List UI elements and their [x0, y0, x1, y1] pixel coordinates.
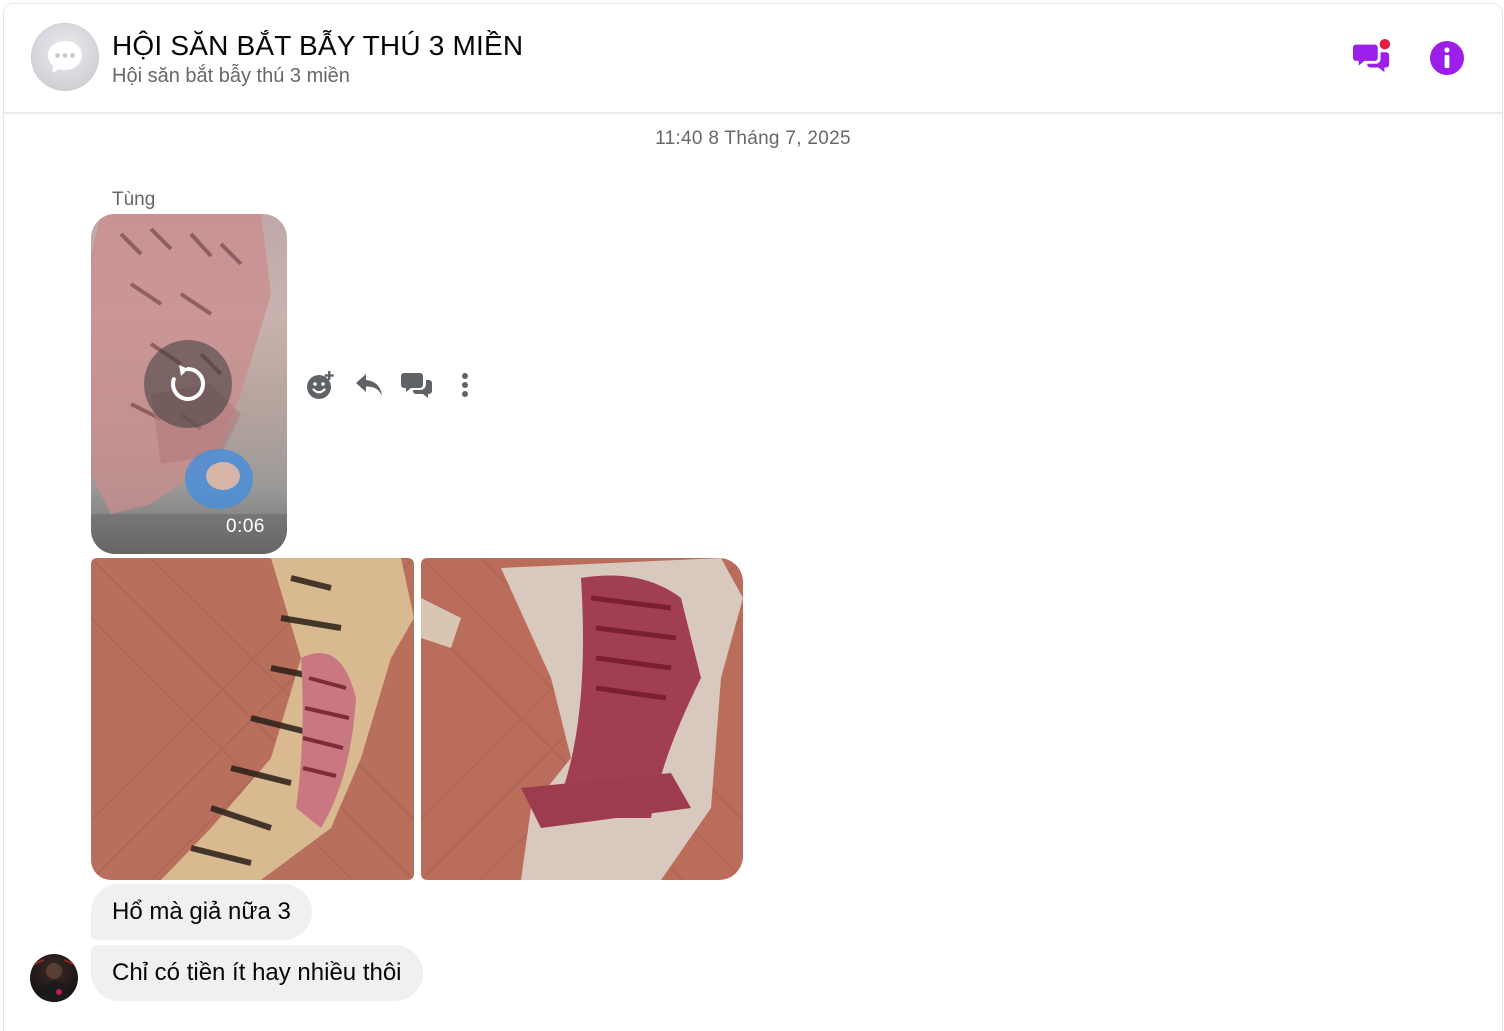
user-avatar[interactable] — [30, 954, 78, 1002]
chat-subtitle: Hội săn bắt bẫy thú 3 miền — [112, 65, 350, 87]
reply-icon — [356, 374, 382, 396]
chat-window: HỘI SĂN BẮT BẪY THÚ 3 MIỀN Hội săn bắt b… — [3, 3, 1503, 1031]
reply-button[interactable] — [352, 368, 386, 402]
photo-1 — [91, 558, 414, 880]
more-button[interactable] — [448, 368, 482, 402]
replay-icon — [171, 365, 205, 401]
chat-title[interactable]: HỘI SĂN BẮT BẪY THÚ 3 MIỀN — [112, 30, 523, 62]
chat-bubble-icon — [48, 41, 82, 73]
chat-header: HỘI SĂN BẮT BẪY THÚ 3 MIỀN Hội săn bắt b… — [4, 4, 1502, 113]
avatar-photo — [33, 959, 75, 1002]
threads-icon — [1352, 38, 1391, 73]
message-timestamp: 11:40 8 Tháng 7, 2025 — [655, 128, 851, 149]
message-actions — [304, 368, 482, 402]
threads-button[interactable] — [1352, 38, 1392, 78]
group-avatar[interactable] — [31, 23, 99, 91]
video-duration: 0:06 — [226, 516, 265, 537]
replay-button[interactable] — [144, 340, 232, 428]
video-message[interactable]: 0:06 — [91, 214, 287, 554]
message-bubble[interactable]: Hổ mà giả nữa 3 — [91, 884, 312, 940]
message-bubble[interactable]: Chỉ có tiền ít hay nhiều thôi — [91, 945, 423, 1001]
info-button[interactable] — [1427, 38, 1467, 78]
react-button[interactable] — [304, 368, 338, 402]
info-icon — [1430, 41, 1464, 75]
photo-attachment-2[interactable] — [421, 558, 743, 880]
photo-attachment-1[interactable] — [91, 558, 414, 880]
photo-2 — [421, 558, 743, 880]
forward-button[interactable] — [400, 368, 434, 402]
sender-name: Tùng — [112, 189, 156, 210]
forward-icon — [401, 373, 432, 398]
react-emoji-icon — [307, 371, 334, 399]
more-icon — [462, 373, 468, 397]
